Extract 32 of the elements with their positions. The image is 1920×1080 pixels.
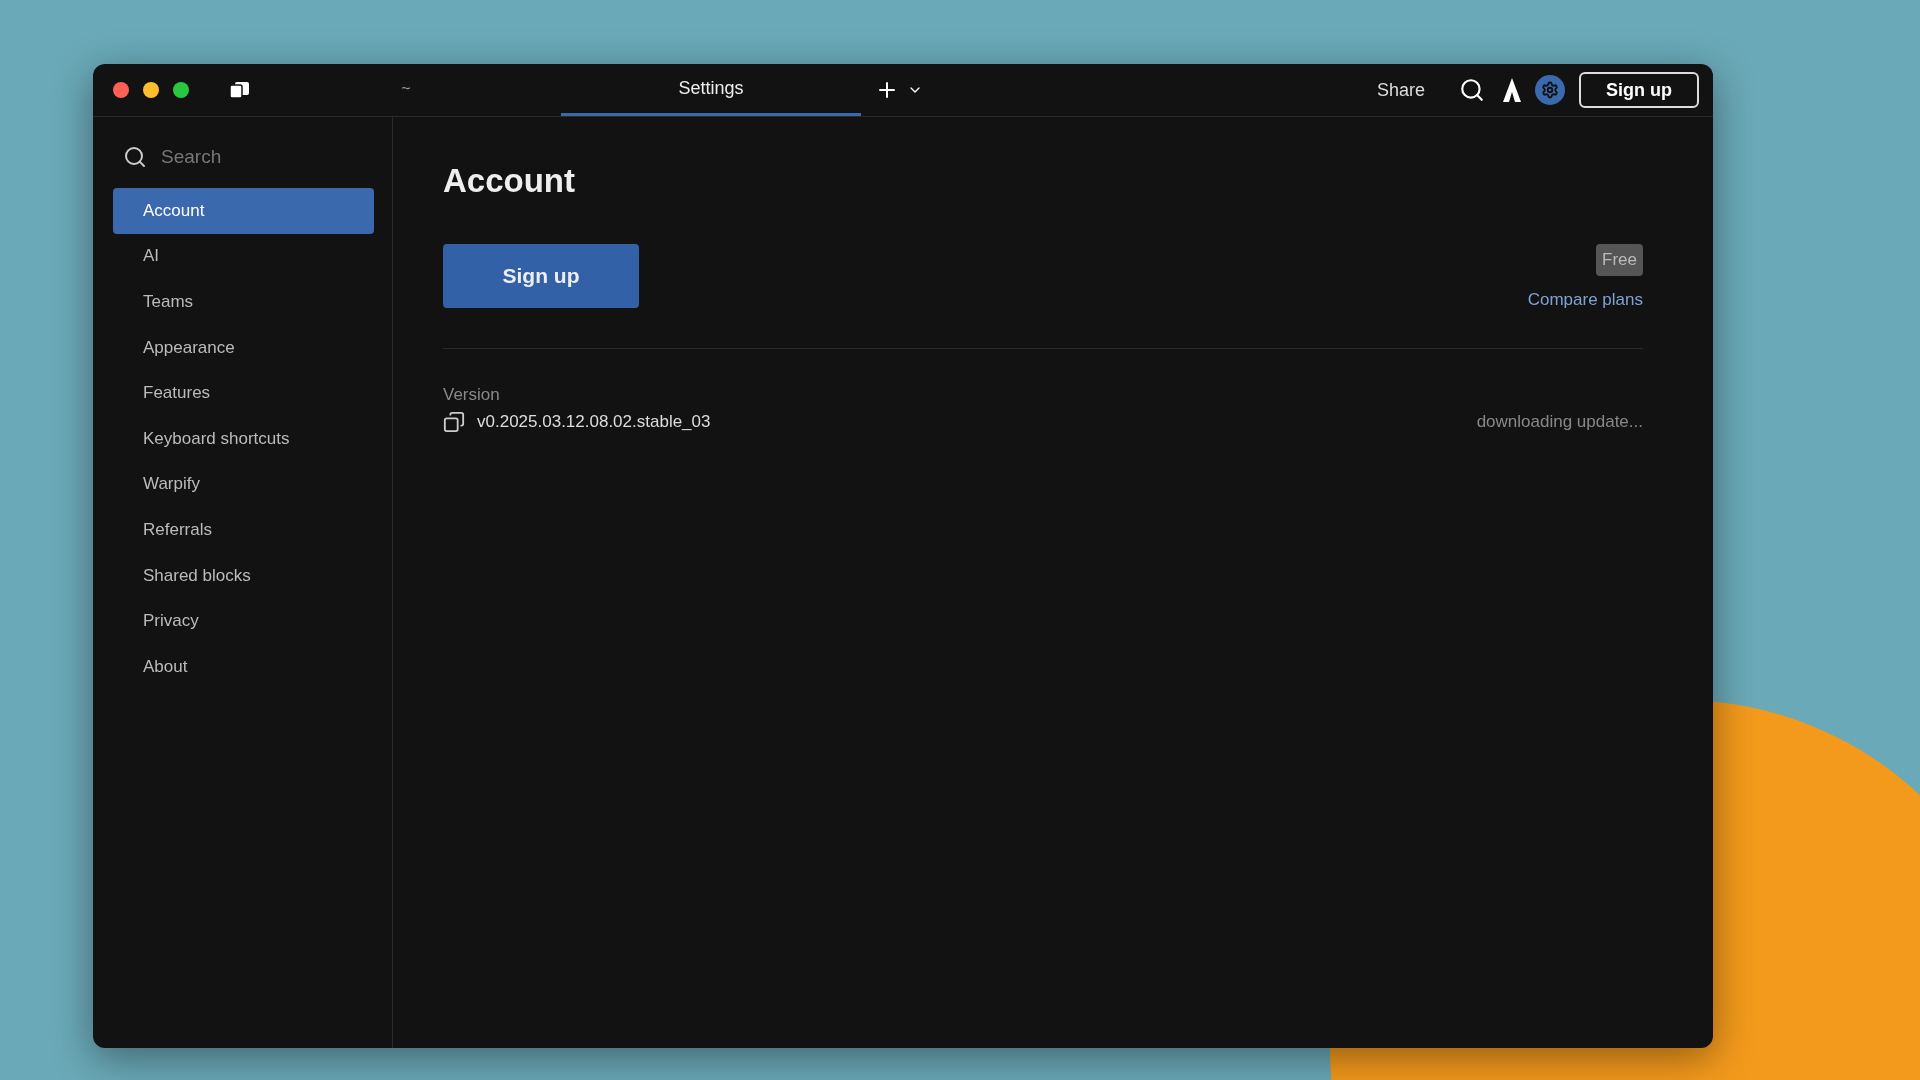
- sign-up-button[interactable]: Sign up: [1579, 72, 1699, 108]
- sidebar-item[interactable]: Privacy: [113, 598, 374, 644]
- zoom-button[interactable]: [173, 82, 189, 98]
- update-status: downloading update...: [1476, 412, 1643, 432]
- search-icon[interactable]: [1459, 77, 1485, 103]
- share-button[interactable]: Share: [1376, 79, 1425, 101]
- search-icon: [123, 145, 147, 169]
- page-title: Account: [443, 162, 576, 200]
- compare-plans-link[interactable]: Compare plans: [1527, 290, 1643, 310]
- sign-up-button[interactable]: Sign up: [443, 244, 639, 308]
- version-label: Version: [443, 385, 501, 405]
- panels-icon[interactable]: [229, 81, 251, 99]
- plan-badge: Free: [1596, 244, 1643, 276]
- tab[interactable]: ~: [251, 64, 561, 116]
- sidebar-item[interactable]: Keyboard shortcuts: [113, 415, 374, 462]
- search-field[interactable]: Search: [159, 145, 363, 169]
- letter-a-icon[interactable]: [1503, 78, 1521, 102]
- sidebar-item[interactable]: Appearance: [113, 324, 374, 371]
- version-text: v0.2025.03.12.08.02.stable_03: [477, 412, 711, 432]
- settings-icon[interactable]: [1535, 75, 1565, 105]
- sidebar-item[interactable]: Teams: [113, 279, 374, 325]
- sidebar-item[interactable]: Warpify: [113, 461, 374, 508]
- sidebar-item[interactable]: Shared blocks: [113, 552, 374, 599]
- close-button[interactable]: [113, 82, 129, 98]
- tab[interactable]: Settings: [561, 64, 861, 116]
- minimize-button[interactable]: [143, 82, 159, 98]
- copy-icon[interactable]: [443, 411, 465, 433]
- sidebar-item[interactable]: Account: [113, 188, 374, 234]
- sidebar-item[interactable]: About: [113, 643, 374, 690]
- sidebar-item[interactable]: Features: [113, 370, 374, 416]
- sidebar-item[interactable]: AI: [113, 233, 374, 280]
- sidebar-item[interactable]: Referrals: [113, 507, 374, 553]
